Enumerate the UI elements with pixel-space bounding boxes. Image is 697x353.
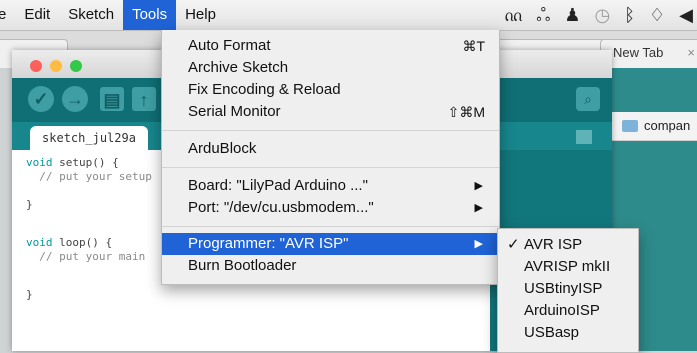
folder-label: compan <box>644 118 691 133</box>
volume-icon[interactable]: ◀ <box>679 0 693 30</box>
folder-list-item[interactable]: compan <box>610 112 697 141</box>
programmer-submenu: ✓ AVR ISP AVRISP mkII USBtinyISP Arduino… <box>497 228 639 353</box>
close-window-button[interactable] <box>30 60 42 72</box>
zoom-window-button[interactable] <box>70 60 82 72</box>
upload-icon[interactable]: → <box>62 86 88 112</box>
checkmark-icon: ✓ <box>507 236 520 253</box>
code-line: } <box>26 198 33 211</box>
menu-edit[interactable]: Edit <box>15 0 59 30</box>
menu-item-serial-monitor[interactable]: Serial Monitor ⇧⌘M <box>162 101 499 123</box>
submenu-item-arduinoisp[interactable]: ArduinoISP <box>498 300 638 322</box>
time-machine-icon[interactable]: ◷ <box>594 0 610 30</box>
folder-icon <box>622 119 638 132</box>
browser-tab-new[interactable]: New Tab × <box>600 39 697 68</box>
menu-item-archive-sketch[interactable]: Archive Sketch <box>162 57 499 79</box>
verify-icon[interactable]: ✓ <box>28 86 54 112</box>
menu-separator <box>162 130 499 131</box>
code-line: // put your main <box>26 250 146 263</box>
bluetooth-icon[interactable]: ᛒ <box>624 0 635 30</box>
submenu-arrow-icon: ▶ <box>474 180 483 192</box>
menu-item-burn-bootloader[interactable]: Burn Bootloader <box>162 255 499 277</box>
tab-label: New Tab <box>613 45 664 60</box>
sketch-tab[interactable]: sketch_jul29a <box>30 126 148 150</box>
menu-sketch[interactable]: Sketch <box>59 0 123 30</box>
menu-separator <box>162 226 499 227</box>
menu-bar: e Edit Sketch Tools Help ᦶ ஃ ♟ ◷ ᛒ ♢ ◀ <box>0 0 697 31</box>
menu-item-auto-format[interactable]: Auto Format ⌘T <box>162 35 499 57</box>
menu-item-port[interactable]: Port: "/dev/cu.usbmodem..." ▶ <box>162 197 499 219</box>
menu-help[interactable]: Help <box>176 0 225 30</box>
submenu-item-usbtinyisp[interactable]: USBtinyISP <box>498 278 638 300</box>
submenu-item-avr-isp[interactable]: ✓ AVR ISP <box>498 234 638 256</box>
code-line: // put your setup <box>26 170 152 183</box>
ghost-icon[interactable]: ♟ <box>564 0 580 30</box>
serial-monitor-icon[interactable]: ⌕ <box>576 87 600 111</box>
code-editor[interactable]: void setup() { // put your setup } void … <box>12 150 162 351</box>
close-icon[interactable]: × <box>687 40 695 66</box>
menu-item-programmer[interactable]: Programmer: "AVR ISP" ▶ <box>162 233 499 255</box>
creative-cloud-icon[interactable]: ᦶ <box>505 0 522 30</box>
handshake-icon[interactable]: ஃ <box>536 0 550 30</box>
open-sketch-icon[interactable]: ↑ <box>132 87 156 111</box>
menu-item-ardublock[interactable]: ArduBlock <box>162 138 499 160</box>
menu-item-fix-encoding[interactable]: Fix Encoding & Reload <box>162 79 499 101</box>
submenu-arrow-icon: ▶ <box>474 202 483 214</box>
menu-separator <box>162 167 499 168</box>
menu-item-board[interactable]: Board: "LilyPad Arduino ..." ▶ <box>162 175 499 197</box>
submenu-item-avrisp-mkii[interactable]: AVRISP mkII <box>498 256 638 278</box>
wifi-icon[interactable]: ♢ <box>649 0 665 30</box>
menu-tools[interactable]: Tools <box>123 0 177 30</box>
minimize-window-button[interactable] <box>50 60 62 72</box>
code-line: void setup() { <box>26 156 119 169</box>
submenu-arrow-icon: ▶ <box>474 238 483 250</box>
status-area: ᦶ ஃ ♟ ◷ ᛒ ♢ ◀ <box>505 0 693 30</box>
code-line: void loop() { <box>26 236 113 249</box>
new-sketch-icon[interactable]: ▤ <box>100 87 124 111</box>
submenu-item-usbasp[interactable]: USBasp <box>498 322 638 344</box>
menu-file[interactable]: e <box>0 0 15 30</box>
tab-menu-button[interactable] <box>576 130 592 144</box>
tools-menu: Auto Format ⌘T Archive Sketch Fix Encodin… <box>161 30 500 285</box>
code-line: } <box>26 288 33 301</box>
